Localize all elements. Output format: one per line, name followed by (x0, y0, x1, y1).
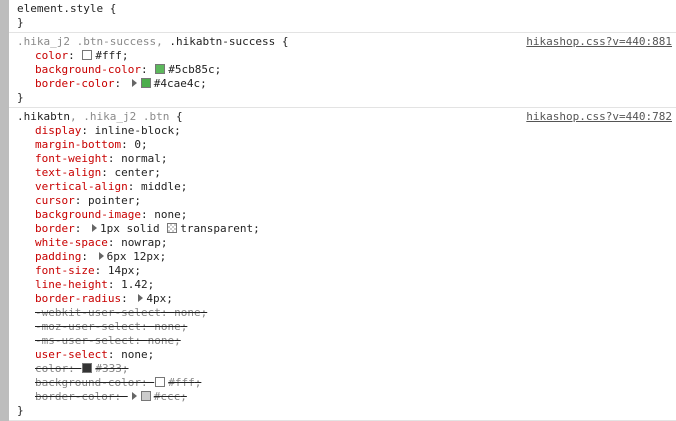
declaration-border-radius[interactable]: border-radius: 4px; (9, 292, 676, 306)
element-style-rule[interactable]: element.style { } (9, 0, 676, 33)
rule-selector[interactable]: .hikabtn, .hika_j2 .btn {hikashop.css?v=… (9, 110, 676, 124)
declaration-ms-user-select-overridden[interactable]: -ms-user-select: none; (9, 334, 676, 348)
declaration-border-color-overridden[interactable]: border-color: #ccc; (9, 390, 676, 404)
left-gutter (0, 0, 9, 421)
color-swatch[interactable] (155, 377, 166, 387)
styles-pane: element.style { } .hika_j2 .btn-success,… (9, 0, 676, 421)
declaration-padding[interactable]: padding: 6px 12px; (9, 250, 676, 264)
color-swatch[interactable] (155, 64, 166, 74)
rule-selector[interactable]: .hika_j2 .btn-success, .hikabtn-success … (9, 35, 676, 49)
css-rule-hikabtn: .hikabtn, .hika_j2 .btn {hikashop.css?v=… (9, 108, 676, 421)
declaration-display[interactable]: display: inline-block; (9, 124, 676, 138)
declaration-margin-bottom[interactable]: margin-bottom: 0; (9, 138, 676, 152)
declaration-font-size[interactable]: font-size: 14px; (9, 264, 676, 278)
color-swatch[interactable] (82, 363, 93, 373)
declaration-text-align[interactable]: text-align: center; (9, 166, 676, 180)
declaration-vertical-align[interactable]: vertical-align: middle; (9, 180, 676, 194)
expand-triangle-icon[interactable] (138, 294, 144, 302)
declaration-background-color-overridden[interactable]: background-color: #fff; (9, 376, 676, 390)
expand-triangle-icon[interactable] (131, 392, 137, 400)
color-swatch[interactable] (140, 391, 151, 401)
element-style-selector: element.style { (17, 2, 117, 15)
expand-triangle-icon[interactable] (98, 252, 104, 260)
declaration-border[interactable]: border: 1px solid transparent; (9, 222, 676, 236)
declaration-color[interactable]: color: #fff; (9, 49, 676, 63)
color-swatch[interactable] (167, 223, 178, 233)
expand-triangle-icon[interactable] (92, 224, 97, 232)
declaration-background-color[interactable]: background-color: #5cb85c; (9, 63, 676, 77)
declaration-line-height[interactable]: line-height: 1.42; (9, 278, 676, 292)
declaration-moz-user-select-overridden[interactable]: -moz-user-select: none; (9, 320, 676, 334)
declaration-user-select[interactable]: user-select: none; (9, 348, 676, 362)
declaration-background-image[interactable]: background-image: none; (9, 208, 676, 222)
declaration-webkit-user-select-overridden[interactable]: -webkit-user-select: none; (9, 306, 676, 320)
expand-triangle-icon[interactable] (131, 79, 137, 87)
rule-closing-brace: } (17, 404, 24, 417)
css-rule-btn-success: .hika_j2 .btn-success, .hikabtn-success … (9, 33, 676, 108)
declaration-color-overridden[interactable]: color: #333; (9, 362, 676, 376)
stylesheet-source-link[interactable]: hikashop.css?v=440:881 (526, 35, 672, 49)
rule-closing-brace: } (17, 91, 24, 104)
declaration-border-color[interactable]: border-color: #4cae4c; (9, 77, 676, 91)
declaration-font-weight[interactable]: font-weight: normal; (9, 152, 676, 166)
declaration-cursor[interactable]: cursor: pointer; (9, 194, 676, 208)
rule-closing-brace: } (17, 16, 24, 29)
declaration-white-space[interactable]: white-space: nowrap; (9, 236, 676, 250)
stylesheet-source-link[interactable]: hikashop.css?v=440:782 (526, 110, 672, 124)
color-swatch[interactable] (140, 78, 151, 88)
color-swatch[interactable] (82, 50, 93, 60)
